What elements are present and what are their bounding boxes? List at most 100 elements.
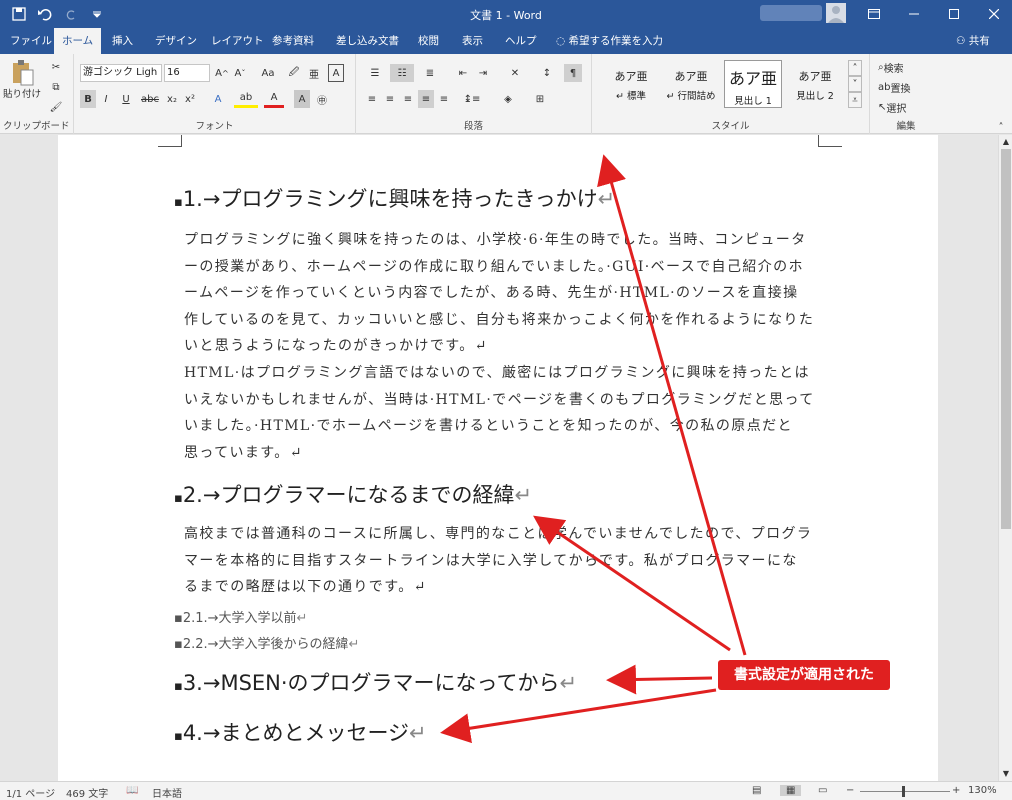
- font-size-select[interactable]: 16: [164, 64, 210, 82]
- tab-help[interactable]: ヘルプ: [497, 28, 545, 54]
- copy-icon[interactable]: ⧉: [46, 78, 66, 96]
- paragraph-group-label: 段落: [463, 121, 483, 132]
- decrease-indent-icon[interactable]: ⇤: [454, 64, 472, 82]
- highlight-icon[interactable]: ab: [234, 90, 258, 108]
- font-color-icon[interactable]: A: [264, 90, 284, 108]
- subscript-icon[interactable]: x₂: [164, 90, 180, 108]
- increase-indent-icon[interactable]: ⇥: [474, 64, 492, 82]
- style-no-spacing[interactable]: あア亜 ↵ 行間詰め: [662, 60, 720, 108]
- read-mode-icon[interactable]: ▤: [752, 785, 761, 796]
- text-effects-icon[interactable]: A: [208, 90, 228, 108]
- line-spacing-icon[interactable]: ↨≡: [460, 90, 484, 108]
- zoom-in-icon[interactable]: +: [952, 785, 960, 796]
- proofing-icon[interactable]: 📖: [126, 785, 138, 796]
- clear-formatting-icon[interactable]: 🖉: [286, 64, 302, 82]
- share-button[interactable]: ⚇ 共有: [948, 28, 998, 54]
- align-center-icon[interactable]: ≡: [382, 90, 398, 108]
- superscript-icon[interactable]: x²: [182, 90, 198, 108]
- collapse-ribbon-icon[interactable]: ˄: [994, 118, 1008, 136]
- style-name: 見出し 1: [734, 96, 772, 107]
- italic-icon[interactable]: I: [98, 90, 114, 108]
- distributed-icon[interactable]: ≡: [436, 90, 452, 108]
- heading-3[interactable]: ▪3.→MSEN·のプログラマーになってから↵: [174, 667, 577, 697]
- styles-scroll-down-icon[interactable]: ˅: [848, 76, 862, 92]
- tell-me-search[interactable]: ◌ 希望する作業を入力: [552, 28, 671, 54]
- language-indicator[interactable]: 日本語: [152, 785, 182, 800]
- borders-icon[interactable]: ⊞: [528, 90, 552, 108]
- paste-button[interactable]: 貼り付け: [3, 58, 41, 102]
- vertical-scrollbar[interactable]: ▲ ▼: [998, 135, 1012, 781]
- tab-home[interactable]: ホーム: [54, 28, 102, 54]
- change-case-button[interactable]: Aa: [256, 64, 280, 82]
- zoom-out-icon[interactable]: −: [846, 785, 854, 796]
- shrink-font-icon[interactable]: Aˇ: [232, 64, 248, 82]
- character-shading-icon[interactable]: A: [294, 90, 310, 108]
- phonetic-guide-icon[interactable]: 亜: [306, 64, 322, 82]
- paragraph-3[interactable]: 高校までは普通科のコースに所属し、専門的なことは学んでいませんでしたので、プログ…: [184, 521, 816, 601]
- styles-scroll-up-icon[interactable]: ˄: [848, 60, 862, 76]
- word-count[interactable]: 469 文字: [66, 785, 108, 800]
- editing-group-label: 編集: [896, 121, 916, 132]
- zoom-slider[interactable]: [860, 791, 950, 792]
- style-heading-2[interactable]: あア亜 見出し 2: [786, 60, 844, 108]
- maximize-icon[interactable]: [934, 0, 974, 28]
- tab-file[interactable]: ファイル: [2, 28, 60, 54]
- tab-review[interactable]: 校閲: [410, 28, 447, 54]
- tab-insert[interactable]: 挿入: [104, 28, 141, 54]
- page-count[interactable]: 1/1 ページ: [6, 785, 55, 800]
- tab-design[interactable]: デザイン: [147, 28, 205, 54]
- select-button[interactable]: ↖ 選択: [878, 98, 938, 116]
- paragraph-1[interactable]: プログラミングに強く興味を持ったのは、小学校·6·年生の時でした。当時、コンピュ…: [184, 227, 816, 360]
- zoom-level[interactable]: 130%: [968, 785, 997, 796]
- replace-button[interactable]: ab 置換: [878, 78, 938, 96]
- character-border-icon[interactable]: A: [328, 64, 344, 82]
- tab-view[interactable]: 表示: [454, 28, 491, 54]
- align-left-icon[interactable]: ≡: [364, 90, 380, 108]
- heading-4[interactable]: ▪4.→まとめとメッセージ↵: [174, 717, 427, 747]
- heading-2[interactable]: ▪2.→プログラマーになるまでの経緯↵: [174, 479, 532, 509]
- shading-icon[interactable]: ◈: [496, 90, 520, 108]
- ribbon-display-options-icon[interactable]: [854, 0, 894, 28]
- align-right-icon[interactable]: ≡: [400, 90, 416, 108]
- subheading-2-1[interactable]: ▪2.1.→大学入学以前↵: [174, 607, 307, 626]
- sort-icon[interactable]: ↕: [538, 64, 556, 82]
- paragraph-2[interactable]: HTML·はプログラミング言語ではないので、厳密にはプログラミングに興味を持った…: [184, 360, 816, 466]
- show-formatting-marks-icon[interactable]: ¶: [564, 64, 582, 82]
- tab-mailings[interactable]: 差し込み文書: [328, 28, 407, 54]
- tab-layout[interactable]: レイアウト: [203, 28, 272, 54]
- numbering-icon[interactable]: ☷: [390, 64, 414, 82]
- underline-icon[interactable]: U: [116, 90, 136, 108]
- print-layout-icon[interactable]: ▦: [780, 785, 802, 796]
- avatar[interactable]: [826, 3, 846, 23]
- cut-icon[interactable]: ✂: [46, 58, 66, 76]
- font-name-select[interactable]: 游ゴシック Ligh: [80, 64, 162, 82]
- bold-icon[interactable]: B: [80, 90, 96, 108]
- grow-font-icon[interactable]: A ^: [214, 64, 230, 82]
- style-heading-1[interactable]: あア亜 見出し 1: [724, 60, 782, 108]
- format-painter-icon[interactable]: 🖌: [46, 98, 66, 116]
- tab-references[interactable]: 参考資料: [264, 28, 322, 54]
- title-bar: 文書 1 - Word: [0, 0, 1012, 28]
- heading-1[interactable]: ▪1.→プログラミングに興味を持ったきっかけ↵: [174, 183, 615, 213]
- multilevel-list-icon[interactable]: ≣: [418, 64, 442, 82]
- find-button[interactable]: ⌕ 検索: [878, 58, 938, 76]
- find-label: 検索: [883, 63, 904, 75]
- minimize-icon[interactable]: [894, 0, 934, 28]
- styles-more-icon[interactable]: ⩡: [848, 92, 862, 108]
- zoom-slider-thumb[interactable]: [902, 786, 905, 797]
- web-layout-icon[interactable]: ▭: [818, 785, 827, 796]
- user-name[interactable]: [760, 5, 822, 21]
- scroll-down-icon[interactable]: ▼: [1000, 767, 1012, 779]
- enclose-characters-icon[interactable]: ㊥: [314, 90, 330, 108]
- bullets-icon[interactable]: ☰: [364, 64, 386, 82]
- scroll-up-icon[interactable]: ▲: [1000, 135, 1012, 147]
- justify-icon[interactable]: ≡: [418, 90, 434, 108]
- return-mark: ↵: [559, 671, 578, 695]
- asian-layout-icon[interactable]: ✕: [504, 64, 526, 82]
- close-icon[interactable]: [974, 0, 1012, 28]
- scrollbar-thumb[interactable]: [1001, 149, 1011, 529]
- strikethrough-icon[interactable]: abc: [140, 90, 160, 108]
- return-mark: ↵: [296, 611, 308, 626]
- style-normal[interactable]: あア亜 ↵ 標準: [602, 60, 660, 108]
- subheading-2-2[interactable]: ▪2.2.→大学入学後からの経緯↵: [174, 633, 359, 652]
